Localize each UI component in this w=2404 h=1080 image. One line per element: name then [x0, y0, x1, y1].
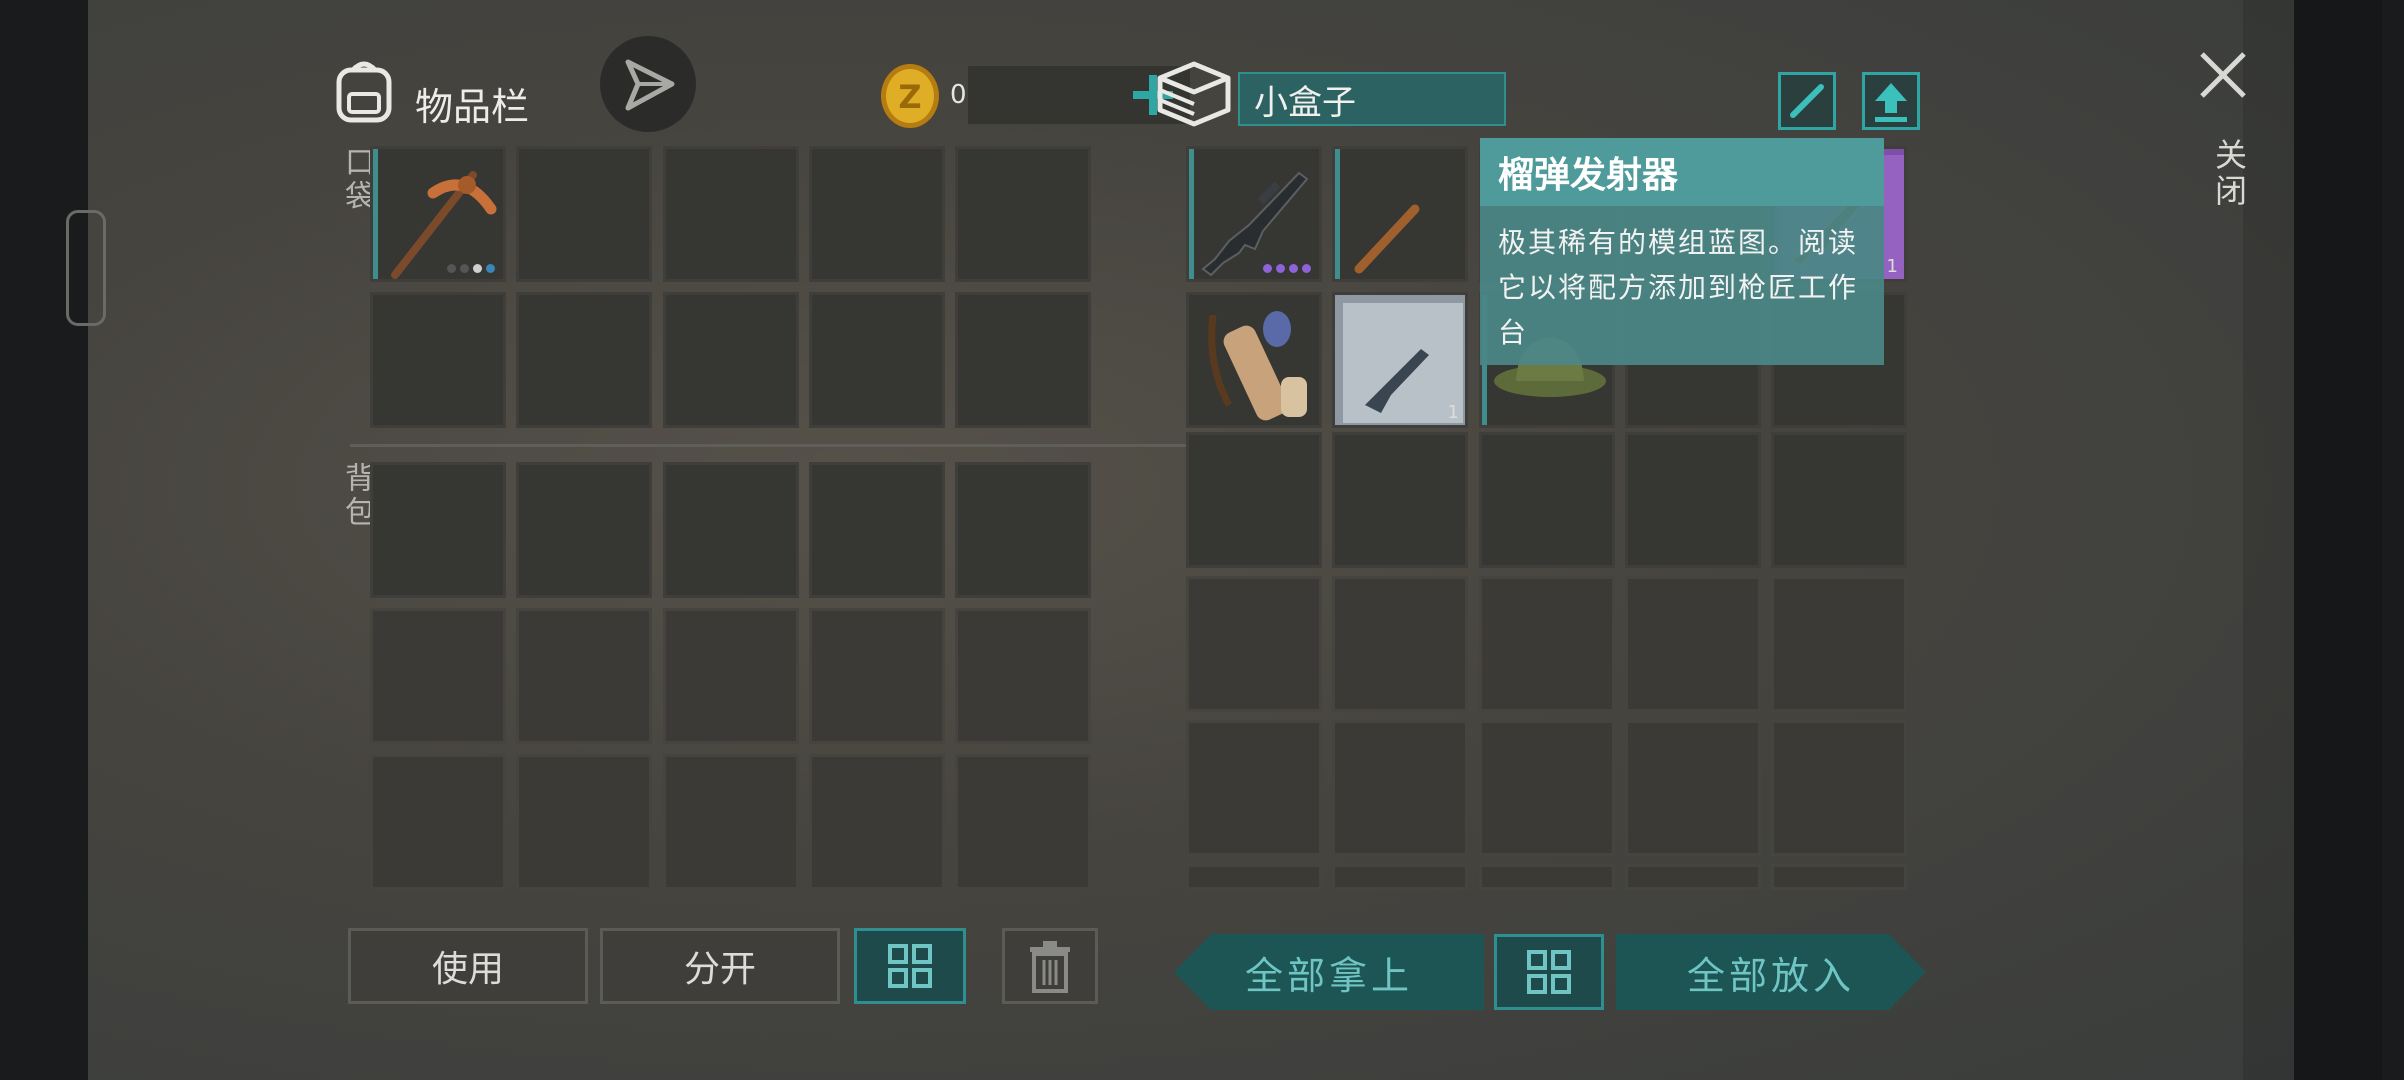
section-divider	[350, 444, 1186, 447]
durability-bar	[1335, 149, 1340, 279]
container-slot[interactable]	[1625, 432, 1761, 568]
inventory-slot[interactable]	[516, 754, 652, 890]
inventory-slot[interactable]	[663, 608, 799, 744]
container-slot[interactable]	[1771, 576, 1907, 712]
container-slot[interactable]	[1479, 864, 1615, 890]
inventory-slot[interactable]	[516, 146, 652, 282]
tool-icon	[1354, 204, 1420, 274]
container-slot[interactable]	[1332, 720, 1468, 856]
edit-icon	[1790, 84, 1824, 118]
upload-icon	[1875, 83, 1907, 122]
durability-bar	[373, 149, 378, 279]
upload-button[interactable]	[1862, 72, 1920, 130]
tooltip-description: 极其稀有的模组蓝图。阅读它以将配方添加到枪匠工作台	[1498, 226, 1859, 349]
trash-icon	[1030, 941, 1070, 993]
inventory-slot[interactable]	[809, 146, 945, 282]
inventory-slot[interactable]	[809, 292, 945, 428]
put-all-button[interactable]: 全部放入	[1616, 934, 1926, 1010]
tooltip-title: 榴弹发射器	[1480, 138, 1884, 206]
inventory-slot[interactable]	[516, 608, 652, 744]
quiver-icon	[1208, 311, 1307, 421]
sort-inventory-button[interactable]	[854, 928, 966, 1004]
item-quantity: 1	[1447, 402, 1459, 423]
inventory-title: 物品栏	[415, 85, 530, 129]
container-slot[interactable]	[1186, 576, 1322, 712]
right-panel-shade	[2243, 0, 2382, 1080]
inventory-slot[interactable]	[955, 462, 1091, 598]
inventory-slot[interactable]	[809, 754, 945, 890]
inventory-slot[interactable]	[663, 292, 799, 428]
durability-bar	[1189, 149, 1194, 279]
container-name-field[interactable]: 小盒子	[1238, 72, 1506, 126]
container-slot-blueprint[interactable]: 1	[1332, 292, 1468, 428]
container-slot[interactable]	[1479, 576, 1615, 712]
take-all-button[interactable]: 全部拿上	[1174, 934, 1484, 1010]
container-slot[interactable]	[1479, 720, 1615, 856]
coin-amount: 0	[950, 80, 967, 110]
sort-container-button[interactable]	[1494, 934, 1604, 1010]
svg-text:Z: Z	[898, 78, 921, 116]
share-button[interactable]	[600, 36, 696, 132]
container-slot[interactable]	[1332, 576, 1468, 712]
container-slot-m16[interactable]	[1186, 146, 1322, 282]
inventory-slot[interactable]	[663, 146, 799, 282]
container-slot[interactable]	[1332, 432, 1468, 568]
grid-sort-icon	[1527, 950, 1571, 994]
close-icon	[2200, 52, 2246, 98]
rename-button[interactable]	[1778, 72, 1836, 130]
inventory-slot[interactable]	[955, 754, 1091, 890]
container-slot[interactable]	[1186, 432, 1322, 568]
inventory-slot[interactable]	[516, 292, 652, 428]
container-slot[interactable]	[1332, 146, 1468, 282]
container-slot[interactable]	[1186, 864, 1322, 890]
inventory-slot[interactable]	[370, 754, 506, 890]
rarity-dots	[1263, 264, 1311, 273]
inventory-slot[interactable]	[370, 292, 506, 428]
container-slot[interactable]	[1625, 864, 1761, 890]
container-slot[interactable]	[1771, 864, 1907, 890]
inventory-slot-pickaxe[interactable]	[370, 146, 506, 282]
inventory-slot[interactable]	[370, 462, 506, 598]
send-icon	[625, 59, 675, 111]
container-slot-quiver[interactable]	[1186, 292, 1322, 428]
delete-button[interactable]	[1002, 928, 1098, 1004]
coin-icon: Z	[878, 62, 942, 130]
container-slot[interactable]	[1332, 864, 1468, 890]
box-icon	[1154, 58, 1234, 128]
container-slot[interactable]	[1625, 576, 1761, 712]
rarity-dots	[447, 264, 495, 273]
item-tooltip: 榴弹发射器 极其稀有的模组蓝图。阅读它以将配方添加到枪匠工作台	[1480, 138, 1884, 365]
container-slot[interactable]	[1771, 720, 1907, 856]
item-quantity: 1	[1886, 256, 1898, 277]
inventory-slot[interactable]	[809, 608, 945, 744]
grid-sort-icon	[888, 944, 932, 988]
container-slot[interactable]	[1186, 720, 1322, 856]
inventory-slot[interactable]	[370, 608, 506, 744]
inventory-slot[interactable]	[809, 462, 945, 598]
inventory-slot[interactable]	[955, 292, 1091, 428]
use-button[interactable]: 使用	[348, 928, 588, 1004]
container-slot[interactable]	[1771, 432, 1907, 568]
inventory-slot[interactable]	[516, 462, 652, 598]
backpack-icon	[333, 56, 395, 124]
side-handle	[66, 210, 106, 326]
inventory-slot[interactable]	[955, 608, 1091, 744]
inventory-slot[interactable]	[663, 462, 799, 598]
inventory-slot[interactable]	[663, 754, 799, 890]
container-slot[interactable]	[1625, 720, 1761, 856]
game-screen: 物品栏 Z 0 口袋 背包 使用 分开 小盒子 关闭 1 1 榴弹发射器 极其稀…	[66, 0, 2382, 1080]
container-slot[interactable]	[1479, 432, 1615, 568]
close-button[interactable]	[2198, 50, 2248, 100]
inventory-slot[interactable]	[955, 146, 1091, 282]
split-button[interactable]: 分开	[600, 928, 840, 1004]
close-label[interactable]: 关闭	[2206, 138, 2252, 210]
